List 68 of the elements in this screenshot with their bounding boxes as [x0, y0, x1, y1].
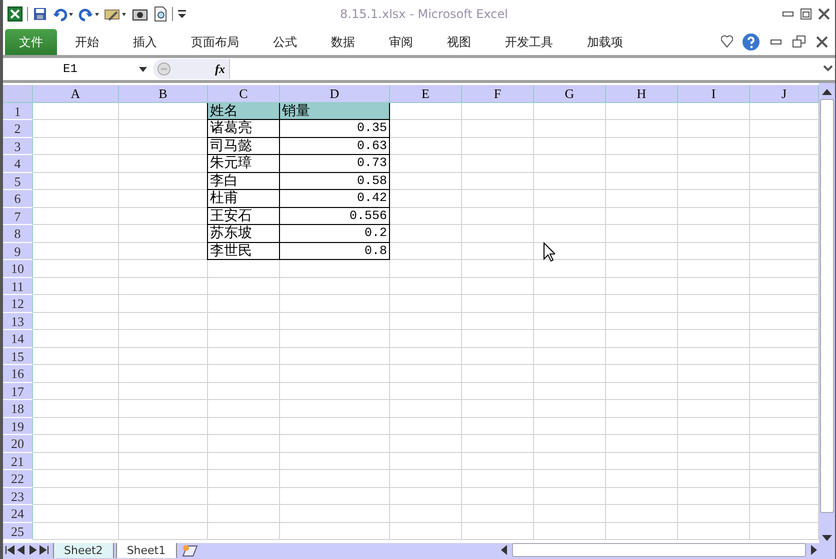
row-header[interactable]: 18 [3, 400, 33, 418]
ribbon-tab[interactable]: 文件 [5, 29, 57, 55]
ribbon-tab[interactable]: 数据 [319, 29, 367, 55]
row-header[interactable]: 12 [3, 295, 33, 312]
table-cell: 0.73 [280, 155, 390, 172]
row-header[interactable]: 15 [3, 348, 33, 365]
row-header[interactable]: 14 [3, 330, 33, 348]
table-cell: 李白 [207, 172, 280, 190]
row-header[interactable]: 20 [3, 435, 33, 452]
row-header[interactable]: 10 [3, 260, 33, 278]
ribbon-tab[interactable]: 开发工具 [493, 29, 565, 55]
table-cell: 杜甫 [207, 190, 280, 208]
row-header[interactable]: 4 [3, 155, 33, 172]
table-cell: 0.556 [280, 208, 390, 225]
table-cell: 朱元璋 [207, 155, 280, 172]
column-header[interactable]: H [606, 85, 678, 102]
column-header[interactable]: J [750, 85, 819, 102]
table-cell: 苏东坡 [207, 225, 280, 242]
column-header[interactable]: F [462, 85, 534, 102]
column-header[interactable]: D [280, 85, 390, 102]
row-header[interactable]: 25 [3, 522, 33, 540]
window-title: 8.15.1.xlsx - Microsoft Excel [339, 7, 509, 21]
table-cell: 0.2 [280, 225, 390, 242]
ribbon-tab[interactable]: 审阅 [377, 29, 425, 55]
insert-function-button[interactable]: fx [215, 62, 225, 76]
row-header[interactable]: 1 [3, 102, 33, 120]
ribbon-tab[interactable]: 公式 [261, 29, 309, 55]
row-header[interactable]: 24 [3, 505, 33, 522]
row-header[interactable]: 13 [3, 312, 33, 330]
table-cell: 诸葛亮 [207, 120, 280, 138]
header-cell: 姓名 [207, 102, 280, 120]
table-cell: 王安石 [207, 208, 280, 225]
row-header[interactable]: 2 [3, 120, 33, 138]
sheet-tab[interactable]: Sheet1 [116, 543, 177, 558]
table-cell: 司马懿 [207, 138, 280, 155]
row-header[interactable]: 16 [3, 365, 33, 382]
ribbon-tab[interactable]: 视图 [435, 29, 483, 55]
column-header[interactable]: E [390, 85, 462, 102]
row-header[interactable]: 6 [3, 190, 33, 208]
table-cell: 0.35 [280, 120, 390, 138]
ribbon-tab[interactable]: 插入 [121, 29, 169, 55]
row-header[interactable]: 17 [3, 382, 33, 400]
row-header[interactable]: 21 [3, 452, 33, 470]
row-header[interactable]: 11 [3, 278, 33, 295]
table-cell: 0.58 [280, 172, 390, 190]
ribbon-tab[interactable]: 加载项 [575, 29, 635, 55]
table-cell: 0.8 [280, 242, 390, 260]
table-cell: 0.63 [280, 138, 390, 155]
row-header[interactable]: 19 [3, 418, 33, 435]
ribbon-tab[interactable]: 开始 [63, 29, 111, 55]
row-header[interactable]: 8 [3, 225, 33, 242]
header-cell: 销量 [280, 102, 390, 120]
sheet-tab[interactable]: Sheet2 [53, 543, 114, 558]
column-header[interactable]: C [208, 85, 280, 102]
table-cell: 0.42 [280, 190, 390, 208]
row-header[interactable]: 3 [3, 138, 33, 155]
column-header[interactable]: B [119, 85, 208, 102]
row-header[interactable]: 22 [3, 470, 33, 488]
name-box[interactable]: E1 [3, 62, 153, 76]
ribbon-tab[interactable]: 页面布局 [179, 29, 251, 55]
table-cell: 李世民 [207, 242, 280, 260]
column-header[interactable]: G [534, 85, 606, 102]
row-header[interactable]: 7 [3, 208, 33, 225]
row-header[interactable]: 9 [3, 242, 33, 260]
row-header[interactable]: 5 [3, 172, 33, 190]
column-header[interactable]: A [33, 85, 119, 102]
row-header[interactable]: 23 [3, 488, 33, 505]
column-header[interactable]: I [678, 85, 750, 102]
